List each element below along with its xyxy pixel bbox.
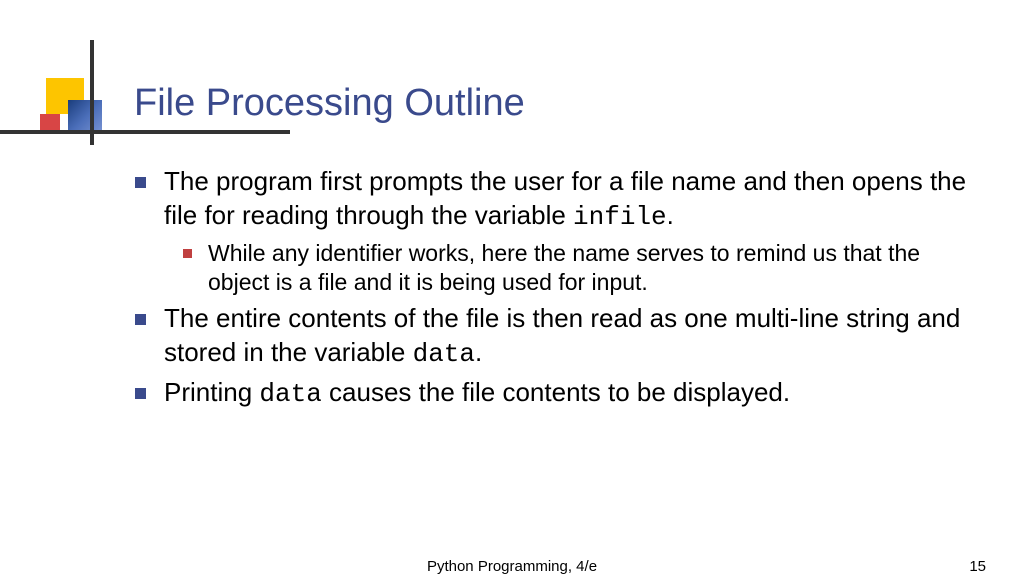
text-span: .	[475, 337, 482, 367]
text-span: The entire contents of the file is then …	[164, 303, 960, 367]
page-number: 15	[969, 558, 986, 575]
sub-bullet-1-text: While any identifier works, here the nam…	[208, 239, 985, 299]
bullet-icon	[135, 314, 146, 325]
bullet-1: The program first prompts the user for a…	[135, 165, 985, 235]
text-span: Printing	[164, 377, 259, 407]
code-span: data	[259, 379, 321, 409]
code-span: infile	[573, 202, 667, 232]
horizontal-rule	[0, 130, 290, 134]
sub-bullet-1: While any identifier works, here the nam…	[183, 239, 985, 299]
bullet-1-text: The program first prompts the user for a…	[164, 165, 985, 235]
footer-book-title: Python Programming, 4/e	[427, 558, 597, 575]
bullet-3: Printing data causes the file contents t…	[135, 376, 985, 412]
bullet-icon	[135, 177, 146, 188]
bullet-3-text: Printing data causes the file contents t…	[164, 376, 790, 412]
slide-title: File Processing Outline	[134, 82, 525, 125]
sub-bullet-icon	[183, 249, 192, 258]
text-span: The program first prompts the user for a…	[164, 166, 966, 230]
text-span: .	[667, 200, 674, 230]
bullet-icon	[135, 388, 146, 399]
vertical-rule	[90, 40, 94, 145]
slide-content: The program first prompts the user for a…	[135, 165, 985, 416]
bullet-2: The entire contents of the file is then …	[135, 302, 985, 372]
logo-blue	[68, 100, 102, 134]
text-span: causes the file contents to be displayed…	[322, 377, 790, 407]
code-span: data	[413, 339, 475, 369]
bullet-2-text: The entire contents of the file is then …	[164, 302, 985, 372]
